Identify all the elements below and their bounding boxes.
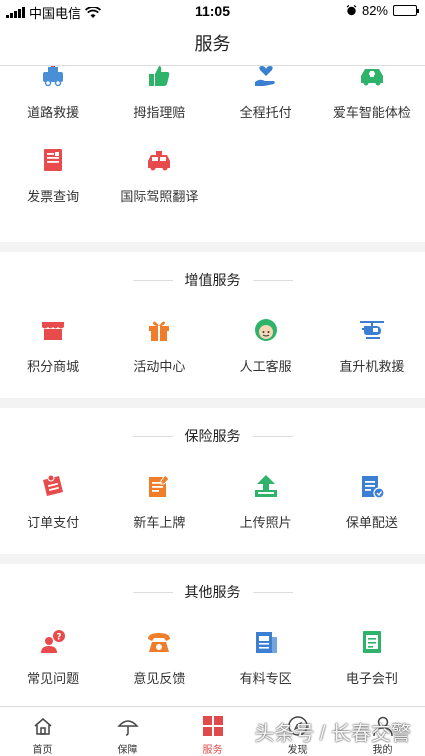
section-separator — [0, 242, 425, 252]
thumbs-up-icon — [145, 66, 173, 90]
service-item-label: 爱车智能体检 — [332, 105, 411, 120]
tab-grid[interactable]: 服务 — [170, 707, 255, 756]
tow-truck-icon — [39, 66, 67, 90]
divider — [252, 435, 293, 437]
service-section: 其他服务? 常见问题 意见反馈 有料专区 电子会刊 — [0, 564, 425, 706]
gift-icon — [145, 316, 173, 344]
section-header: 增值服务 — [0, 252, 425, 308]
tab-label: 首页 — [32, 745, 53, 756]
service-content[interactable]: 道路救援 拇指理赔 全程托付 爱车智能体检发票查询 国际驾照翻译 增值服务积分商城 活动中… — [0, 66, 425, 706]
battery-percent: 82% — [361, 3, 388, 18]
service-item[interactable]: 活动中心 — [106, 316, 212, 375]
section-header: 其他服务 — [0, 564, 425, 620]
service-item[interactable]: 爱车智能体检 — [319, 66, 425, 146]
tab-umbrella[interactable]: 保障 — [85, 707, 170, 756]
service-item-label: 新车上牌 — [133, 515, 186, 530]
divider — [132, 591, 173, 593]
service-item-label: 国际驾照翻译 — [120, 189, 199, 204]
policy-delivery-icon — [358, 472, 386, 500]
phone-icon — [145, 628, 173, 656]
section-title: 保险服务 — [184, 428, 241, 444]
divider — [132, 279, 173, 281]
service-item-label: 人工客服 — [239, 359, 292, 374]
divider — [252, 279, 293, 281]
section-title: 其他服务 — [184, 584, 241, 600]
top-service-grid: 道路救援 拇指理赔 全程托付 爱车智能体检发票查询 国际驾照翻译 — [0, 66, 425, 234]
car-check-icon — [358, 66, 386, 90]
service-item[interactable]: 有料专区 — [213, 628, 319, 687]
battery-icon — [393, 5, 419, 16]
section-grid: ? 常见问题 意见反馈 有料专区 电子会刊 — [0, 628, 425, 687]
service-section: 保险服务订单支付 新车上牌 上传照片 保单配送 — [0, 408, 425, 554]
alarm-icon — [346, 5, 357, 16]
section-grid: 订单支付 新车上牌 上传照片 保单配送 — [0, 472, 425, 531]
section-separator — [0, 398, 425, 408]
upload-icon — [252, 472, 280, 500]
service-item-label: 有料专区 — [239, 671, 292, 686]
service-item[interactable]: 上传照片 — [213, 472, 319, 531]
service-item[interactable]: ? 常见问题 — [0, 628, 106, 687]
section-header: 保险服务 — [0, 408, 425, 464]
invoice-icon — [39, 146, 67, 174]
service-item[interactable]: 积分商城 — [0, 316, 106, 375]
service-item[interactable]: 订单支付 — [0, 472, 106, 531]
nav-bar: 服务 — [0, 22, 425, 66]
service-item[interactable]: 电子会刊 — [319, 628, 425, 687]
news-icon — [252, 628, 280, 656]
grid-icon — [202, 715, 224, 737]
status-bar: 中国电信 11:05 82% — [0, 0, 425, 22]
service-item[interactable]: 保单配送 — [319, 472, 425, 531]
section-grid: 积分商城 活动中心 人工客服 直升机救援 — [0, 316, 425, 375]
service-item-label: 活动中心 — [133, 359, 186, 374]
page-title: 服务 — [194, 34, 231, 54]
watermark: 头条号 / 长春交警 — [254, 723, 411, 745]
service-item-label: 保单配送 — [345, 515, 398, 530]
service-item-label: 全程托付 — [239, 105, 292, 120]
service-item-label: 道路救援 — [27, 105, 80, 120]
divider — [132, 435, 173, 437]
tab-label: 服务 — [202, 745, 223, 756]
shop-icon — [39, 316, 67, 344]
edit-doc-icon — [145, 472, 173, 500]
service-item[interactable]: 道路救援 — [0, 66, 106, 146]
helicopter-icon — [358, 316, 386, 344]
taxi-icon — [145, 146, 173, 174]
agent-icon — [252, 316, 280, 344]
hand-heart-icon — [252, 66, 280, 90]
ebook-icon — [358, 628, 386, 656]
order-pay-icon — [39, 472, 67, 500]
divider — [252, 591, 293, 593]
service-item[interactable]: 全程托付 — [213, 66, 319, 146]
section-separator — [0, 554, 425, 564]
service-item-label: 拇指理赔 — [133, 105, 186, 120]
service-item-label: 电子会刊 — [345, 671, 398, 686]
service-item-label: 直升机救援 — [339, 359, 405, 374]
tab-home[interactable]: 首页 — [0, 707, 85, 756]
service-section: 增值服务积分商城 活动中心 人工客服 直升机救援 — [0, 252, 425, 398]
home-icon — [32, 715, 54, 737]
service-item[interactable]: 新车上牌 — [106, 472, 212, 531]
service-item-label: 发票查询 — [27, 189, 80, 204]
service-item[interactable]: 意见反馈 — [106, 628, 212, 687]
service-item-label: 常见问题 — [27, 671, 80, 686]
service-item[interactable]: 拇指理赔 — [106, 66, 212, 146]
service-item[interactable]: 人工客服 — [213, 316, 319, 375]
service-item-label: 意见反馈 — [133, 671, 186, 686]
service-item-label: 积分商城 — [27, 359, 80, 374]
section-title: 增值服务 — [184, 272, 241, 288]
svg-text:?: ? — [57, 633, 62, 643]
service-item[interactable]: 发票查询 — [0, 146, 106, 234]
service-item-label: 上传照片 — [239, 515, 292, 530]
service-item[interactable]: 国际驾照翻译 — [106, 146, 212, 234]
tab-label: 保障 — [117, 745, 138, 756]
service-item[interactable]: 直升机救援 — [319, 316, 425, 375]
service-item-label: 订单支付 — [27, 515, 80, 530]
umbrella-icon — [116, 715, 139, 737]
faq-icon: ? — [39, 628, 67, 656]
